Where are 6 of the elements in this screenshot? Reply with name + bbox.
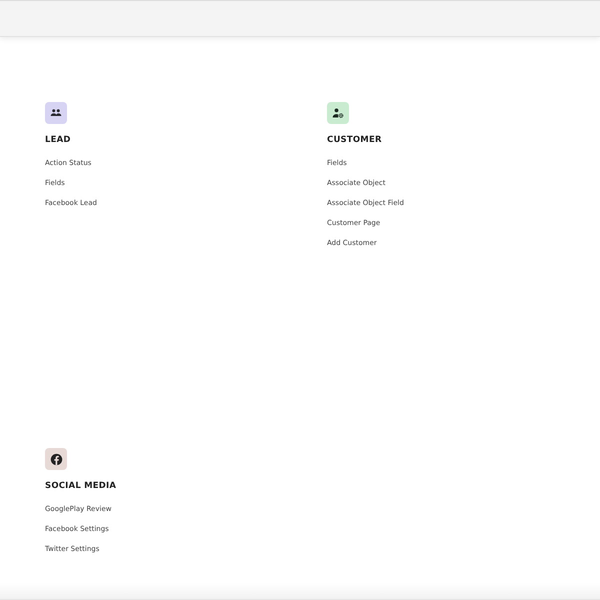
facebook-icon xyxy=(50,452,62,466)
user-gear-icon xyxy=(332,107,344,119)
section-title: CUSTOMER xyxy=(327,135,382,145)
section-title: SOCIAL MEDIA xyxy=(45,481,116,491)
people-icon xyxy=(50,107,62,119)
section-title: LEAD xyxy=(45,135,71,145)
